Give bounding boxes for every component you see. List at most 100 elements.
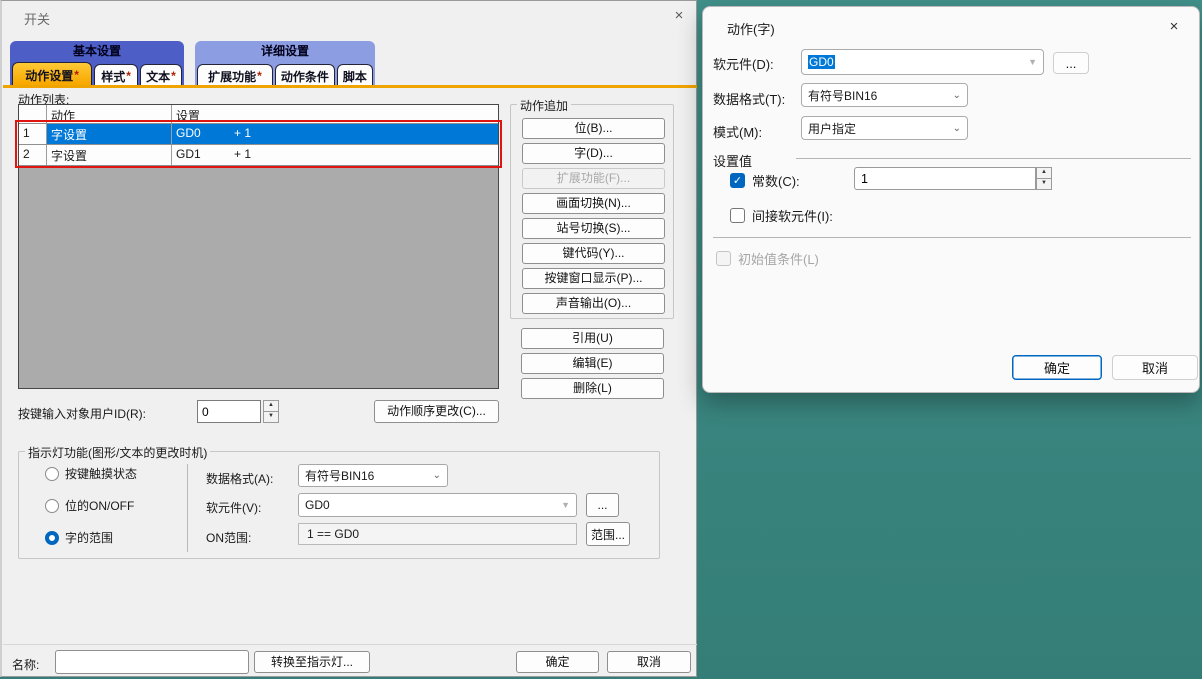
device-browse-button[interactable]: ... <box>586 493 619 517</box>
lamp-function-label: 指示灯功能(图形/文本的更改时机) <box>25 444 210 461</box>
dialog-title: 开关 <box>24 9 50 28</box>
range-button[interactable]: 范围... <box>586 522 630 546</box>
tabs-row-detail: 扩展功能*动作条件脚本 <box>197 62 373 87</box>
mode-select[interactable]: 用户指定 ⌄ <box>801 116 968 140</box>
bit-button[interactable]: 位(B)... <box>522 118 665 139</box>
table-row[interactable]: 1字设置GD0+ 1 <box>19 124 498 145</box>
tab-text[interactable]: 文本* <box>140 64 182 87</box>
row-action: 字设置 <box>47 145 172 165</box>
radio-bit-onoff[interactable]: 位的ON/OFF <box>45 497 134 514</box>
name-label: 名称: <box>12 656 39 673</box>
data-format-select[interactable]: 有符号BIN16 ⌄ <box>801 83 968 107</box>
sound-output-button[interactable]: 声音输出(O)... <box>522 293 665 314</box>
radio-label: 按键触摸状态 <box>65 465 137 482</box>
device-v-value: GD0 <box>305 498 330 512</box>
spin-up-icon[interactable]: ▲ <box>1036 167 1052 179</box>
tab-action-condition[interactable]: 动作条件 <box>275 64 335 87</box>
action-append-label: 动作追加 <box>517 97 571 114</box>
tab-group-detail: 详细设置 扩展功能*动作条件脚本 <box>195 41 375 87</box>
order-change-button[interactable]: 动作顺序更改(C)... <box>374 400 499 423</box>
key-code-button[interactable]: 键代码(Y)... <box>522 243 665 264</box>
radio-label: 位的ON/OFF <box>65 497 134 514</box>
row-number: 2 <box>19 145 47 165</box>
station-switch-button[interactable]: 站号切换(S)... <box>522 218 665 239</box>
tab-extended-function[interactable]: 扩展功能* <box>197 64 273 87</box>
data-format-select[interactable]: 有符号BIN16 ⌄ <box>298 464 448 487</box>
word-button[interactable]: 字(D)... <box>522 143 665 164</box>
tab-action-settings[interactable]: 动作设置* <box>12 62 92 87</box>
action-list-table[interactable]: 动作 设置 1字设置GD0+ 12字设置GD1+ 1 <box>18 104 499 389</box>
constant-checkbox[interactable]: ✓ 常数(C): <box>730 171 800 190</box>
key-window-display-button[interactable]: 按键窗口显示(P)... <box>522 268 665 289</box>
tab-style[interactable]: 样式* <box>94 64 138 87</box>
chevron-down-icon: ⌄ <box>953 123 961 134</box>
initial-condition-checkbox: 初始值条件(L) <box>716 249 819 268</box>
col-header-num <box>19 105 47 123</box>
screen-switch-button[interactable]: 画面切换(N)... <box>522 193 665 214</box>
device-d-label: 软元件(D): <box>713 54 774 73</box>
close-icon[interactable]: × <box>1163 17 1185 37</box>
mode-label: 模式(M): <box>713 122 762 141</box>
dropdown-arrow-icon: ▼ <box>561 500 570 510</box>
user-id-input[interactable] <box>197 400 261 423</box>
tabs-row-basic: 动作设置*样式*文本* <box>12 62 182 87</box>
mode-value: 用户指定 <box>808 120 856 137</box>
constant-label: 常数(C): <box>752 171 800 190</box>
chevron-down-icon: ⌄ <box>953 90 961 101</box>
cancel-button[interactable]: 取消 <box>1112 355 1198 380</box>
spin-up-icon[interactable]: ▲ <box>263 400 279 412</box>
initial-condition-label: 初始值条件(L) <box>738 249 819 268</box>
delete-button[interactable]: 删除(L) <box>521 378 664 399</box>
active-tab-accent-line <box>3 85 697 88</box>
extended-function-button: 扩展功能(F)... <box>522 168 665 189</box>
data-format-label: 数据格式(T): <box>713 89 785 108</box>
data-format-label: 数据格式(A): <box>206 470 273 487</box>
switch-settings-dialog: 开关 × 基本设置 动作设置*样式*文本* 详细设置 扩展功能*动作条件脚本 动… <box>0 0 697 677</box>
close-icon[interactable]: × <box>668 6 690 26</box>
table-row[interactable]: 2字设置GD1+ 1 <box>19 145 498 166</box>
data-format-value: 有符号BIN16 <box>808 87 877 104</box>
ok-button[interactable]: 确定 <box>516 651 599 673</box>
tab-group-basic-header: 基本设置 <box>10 41 184 61</box>
action-append-group: 动作追加 位(B)...字(D)...扩展功能(F)...画面切换(N)...站… <box>510 104 674 319</box>
convert-to-lamp-button[interactable]: 转换至指示灯... <box>254 651 370 673</box>
row-setting: GD1+ 1 <box>172 145 498 165</box>
checkbox-disabled-icon <box>716 251 731 266</box>
name-input[interactable] <box>55 650 249 674</box>
radio-icon <box>45 499 59 513</box>
user-id-spinner: ▲ ▼ <box>263 400 279 423</box>
col-header-setting: 设置 <box>172 105 498 123</box>
on-range-value: 1 == GD0 <box>307 527 359 541</box>
device-browse-button[interactable]: ... <box>1053 52 1089 74</box>
spin-down-icon[interactable]: ▼ <box>1036 179 1052 190</box>
device-d-combobox[interactable]: GD0 ▼ <box>801 49 1044 75</box>
indirect-device-checkbox[interactable]: 间接软元件(I): <box>730 206 833 225</box>
tab-script[interactable]: 脚本 <box>337 64 373 87</box>
constant-value-input[interactable] <box>854 167 1036 190</box>
section-divider <box>796 158 1191 159</box>
vertical-divider <box>187 464 188 552</box>
action-append-buttons: 位(B)... 字(D)... 扩展功能(F)... 画面切换(N)... 站号切换(S… <box>522 118 665 318</box>
device-v-combobox[interactable]: GD0 ▼ <box>298 493 577 517</box>
on-range-field: 1 == GD0 <box>298 523 577 545</box>
tab-group-detail-header: 详细设置 <box>195 41 375 61</box>
radio-icon <box>45 467 59 481</box>
user-id-label: 按键输入对象用户ID(R): <box>18 405 146 422</box>
action-word-dialog: 动作(字) × 软元件(D): GD0 ▼ ... 数据格式(T): 有符号BI… <box>702 6 1200 393</box>
row-action: 字设置 <box>47 124 172 144</box>
tab-group-basic: 基本设置 动作设置*样式*文本* <box>10 41 184 87</box>
radio-word-range[interactable]: 字的范围 <box>45 529 113 546</box>
edit-button[interactable]: 编辑(E) <box>521 353 664 374</box>
radio-icon <box>45 531 59 545</box>
device-d-value: GD0 <box>808 55 835 69</box>
cancel-button[interactable]: 取消 <box>607 651 691 673</box>
checkbox-unchecked-icon <box>730 208 745 223</box>
radio-key-touch-state[interactable]: 按键触摸状态 <box>45 465 137 482</box>
spin-down-icon[interactable]: ▼ <box>263 412 279 423</box>
edit-buttons: 引用(U) 编辑(E) 删除(L) <box>521 328 664 403</box>
on-range-label: ON范围: <box>206 529 251 546</box>
data-format-value: 有符号BIN16 <box>305 467 374 484</box>
footer-divider <box>3 644 697 645</box>
reference-button[interactable]: 引用(U) <box>521 328 664 349</box>
ok-button[interactable]: 确定 <box>1012 355 1102 380</box>
